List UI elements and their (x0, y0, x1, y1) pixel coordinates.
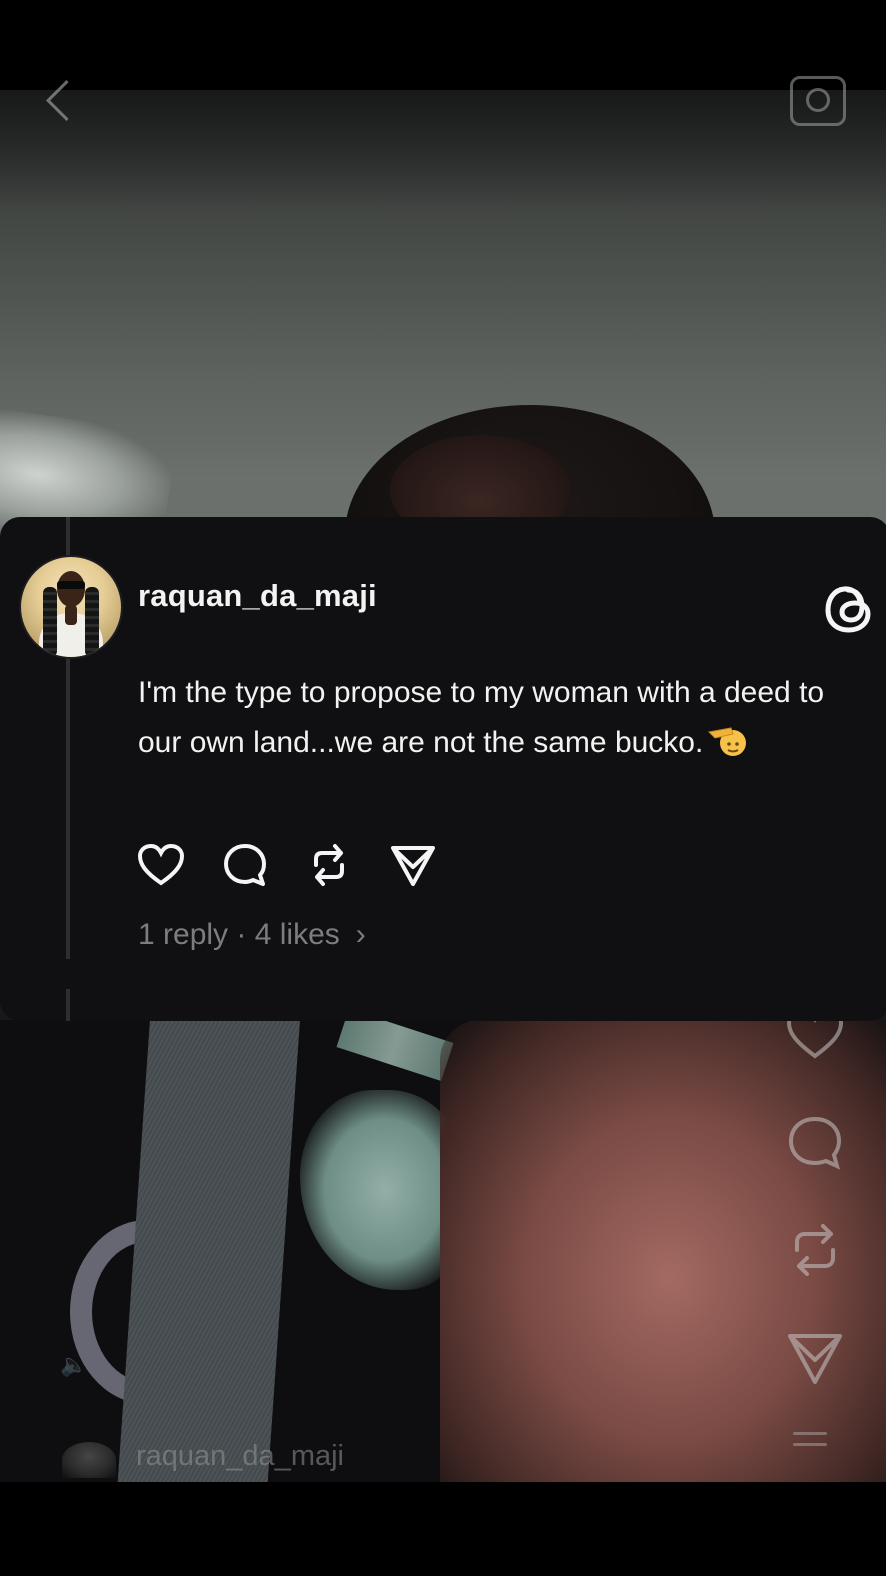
author-handle[interactable]: raquan_da_maji (136, 1440, 344, 1473)
post-stats[interactable]: 1 reply · 4 likes › (138, 918, 366, 952)
like-button[interactable] (136, 840, 186, 890)
camera-icon[interactable] (790, 76, 846, 126)
avatar[interactable] (19, 555, 123, 659)
post-username[interactable]: raquan_da_maji (138, 578, 377, 614)
avatar-sunglasses (57, 581, 85, 589)
menu-icon[interactable] (793, 1432, 827, 1462)
comment-icon[interactable] (783, 1110, 847, 1174)
chevron-right-icon[interactable]: › (356, 918, 366, 952)
avatar-hair-left (43, 587, 57, 657)
thread-line-stub (66, 989, 70, 1021)
repost-button[interactable] (304, 840, 354, 890)
side-action-bar (783, 1002, 847, 1434)
post-actions (136, 840, 472, 890)
reply-count[interactable]: 1 reply (138, 918, 228, 952)
threads-logo-icon[interactable] (822, 582, 876, 636)
ceiling-shade (0, 90, 886, 210)
avatar-face (57, 571, 85, 607)
saluting-face-emoji (707, 724, 747, 758)
send-icon[interactable] (783, 1326, 847, 1390)
volume-icon: 🔈 (60, 1352, 88, 1377)
like-count[interactable]: 4 likes (255, 918, 340, 952)
heart-icon (137, 843, 185, 886)
post-text: I'm the type to propose to my woman with… (138, 668, 858, 768)
threads-post-card[interactable] (0, 517, 886, 1021)
share-button[interactable] (388, 840, 438, 890)
author-avatar[interactable] (62, 1442, 116, 1478)
avatar-hair-right (85, 587, 99, 657)
send-icon (391, 846, 435, 886)
stats-separator: · (228, 918, 255, 951)
reply-button[interactable] (220, 840, 270, 890)
screen: 🔈 raquan_da_maji raquan_da_maji I'm the … (0, 0, 886, 1576)
avatar-neck (65, 605, 77, 625)
repost-icon (314, 844, 344, 886)
comment-icon (224, 844, 266, 886)
repost-icon[interactable] (783, 1218, 847, 1282)
